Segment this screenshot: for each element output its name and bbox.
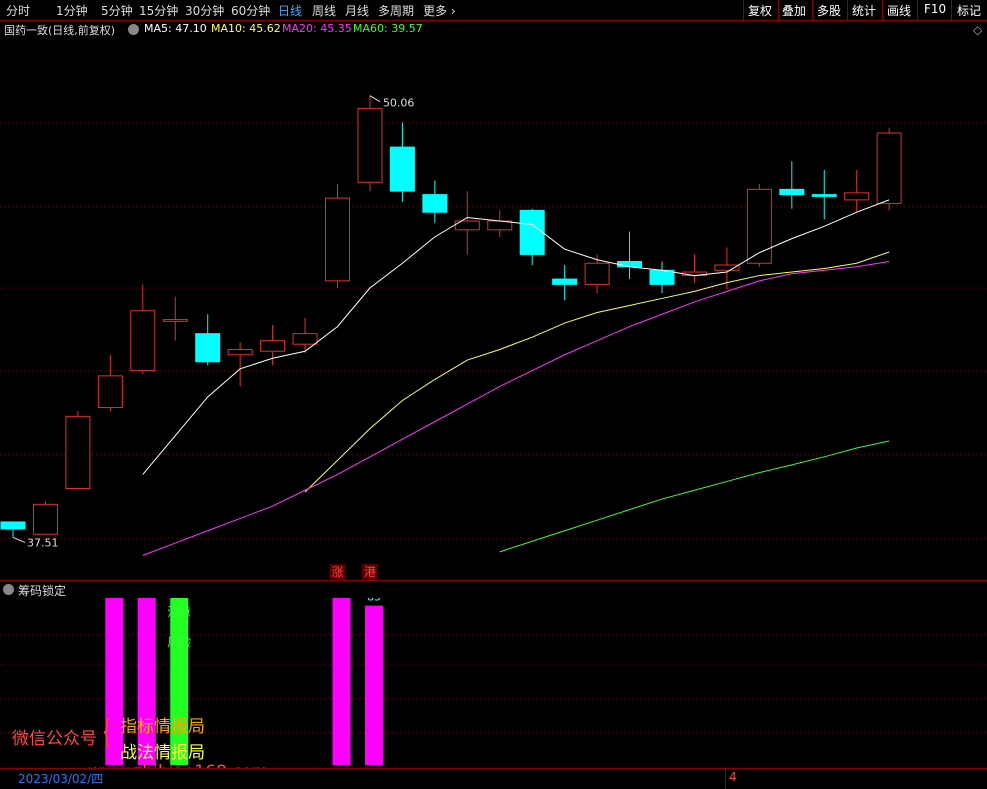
ma20-line <box>142 260 890 556</box>
candle-body <box>357 107 383 183</box>
brace-icon: { <box>102 712 112 750</box>
candle-body <box>227 348 253 356</box>
toolbar-separator <box>778 0 779 20</box>
toolbar-separator <box>917 0 918 20</box>
candle-body <box>97 375 123 409</box>
draw-line-button[interactable]: 画线 <box>887 2 911 19</box>
period-toolbar: 分时 1分钟 5分钟 15分钟 30分钟 60分钟 日线 周线 月线 多周期 更… <box>0 0 987 21</box>
candle-body <box>552 278 578 285</box>
annotation-label: 风险 <box>167 634 191 649</box>
date-bar: 2023/03/02/四 4 <box>0 768 987 789</box>
stock-title: 国药一致(日线,前复权) <box>4 24 116 37</box>
candle-body <box>876 132 902 204</box>
sub-indicator-header: 筹码锁定 <box>0 580 987 599</box>
period-tab-15min[interactable]: 15分钟 <box>139 2 178 19</box>
period-tab-5min[interactable]: 5分钟 <box>101 2 133 19</box>
mark-button[interactable]: 标记 <box>957 2 981 19</box>
candle-body <box>844 192 870 201</box>
indicator-bar <box>364 605 383 765</box>
candle-body <box>195 333 221 363</box>
period-tab-weekly[interactable]: 周线 <box>312 2 336 19</box>
low-pointer <box>12 536 26 543</box>
watermark-line2: 战法情报局 <box>120 743 205 763</box>
candle-body <box>714 264 740 271</box>
indicator-title: 筹码锁定 <box>18 584 67 598</box>
period-tab-1min[interactable]: 1分钟 <box>56 2 88 19</box>
candle-body <box>617 260 643 268</box>
period-tab-60min[interactable]: 60分钟 <box>231 2 270 19</box>
toolbar-separator <box>951 0 952 20</box>
ma-lines <box>142 199 890 556</box>
page-marker: 4 <box>729 770 737 784</box>
toolbar-separator <box>847 0 848 20</box>
candle-body <box>162 319 188 322</box>
toolbar-separator <box>812 0 813 20</box>
toolbar-separator <box>743 0 744 20</box>
candle-body <box>292 333 318 345</box>
watermark-line1: 指标情报局 <box>120 717 205 737</box>
multi-stock-button[interactable]: 多股 <box>817 2 841 19</box>
diamond-icon[interactable]: ◇ <box>973 23 982 37</box>
fuquan-button[interactable]: 复权 <box>748 2 772 19</box>
ma5-label: MA5: 47.10 <box>144 22 207 35</box>
period-tab-fenshi[interactable]: 分时 <box>6 2 30 19</box>
candle-body <box>779 188 805 196</box>
ma60-label: MA60: 39.57 <box>353 22 423 35</box>
signal-marker: 涨 <box>331 564 343 579</box>
signal-marker: 港 <box>364 565 376 579</box>
overlay-button[interactable]: 叠加 <box>782 2 806 19</box>
high-price-label: 50.06 <box>383 97 415 110</box>
candle-body <box>519 209 545 255</box>
candle-body <box>422 194 448 213</box>
candle-body <box>325 197 350 282</box>
period-tab-30min[interactable]: 30分钟 <box>185 2 224 19</box>
period-tab-multi[interactable]: 多周期 <box>378 2 414 19</box>
candle-body <box>65 415 91 489</box>
candlestick-chart[interactable]: 50.06 37.51 涨 港 <box>0 38 987 580</box>
current-date: 2023/03/02/四 <box>18 772 104 786</box>
candle-body <box>0 521 26 530</box>
period-tab-daily[interactable]: 日线 <box>278 2 302 19</box>
annotation-label: 注意 <box>167 604 191 619</box>
candle-body <box>389 146 415 192</box>
toolbar-separator <box>882 0 883 20</box>
indicator-bar <box>332 598 351 765</box>
ma10-label: MA10: 45.62 <box>211 22 281 35</box>
chevron-down-icon[interactable] <box>128 24 139 35</box>
ma60-line <box>499 440 890 553</box>
high-pointer <box>369 95 381 103</box>
ma20-label: MA20: 45.35 <box>282 22 352 35</box>
date-divider <box>725 769 726 789</box>
chevron-right-icon: › <box>447 4 456 18</box>
low-price-label: 37.51 <box>27 536 59 549</box>
chevron-down-icon[interactable] <box>3 584 14 595</box>
statistics-button[interactable]: 统计 <box>852 2 876 19</box>
more-label: 更多 <box>423 4 448 18</box>
candle-body <box>130 310 156 372</box>
candle-body <box>649 269 675 285</box>
candle-body <box>32 503 58 535</box>
candle-body <box>584 262 610 285</box>
watermark-left: 微信公众号 <box>12 729 97 749</box>
period-tab-more[interactable]: 更多 › <box>423 2 456 19</box>
bar-value-label: 83 <box>367 598 381 604</box>
ma5-line <box>142 199 890 475</box>
f10-button[interactable]: F10 <box>924 2 946 16</box>
period-tab-monthly[interactable]: 月线 <box>345 2 369 19</box>
candle-body <box>811 194 837 197</box>
candle-body <box>260 340 286 352</box>
